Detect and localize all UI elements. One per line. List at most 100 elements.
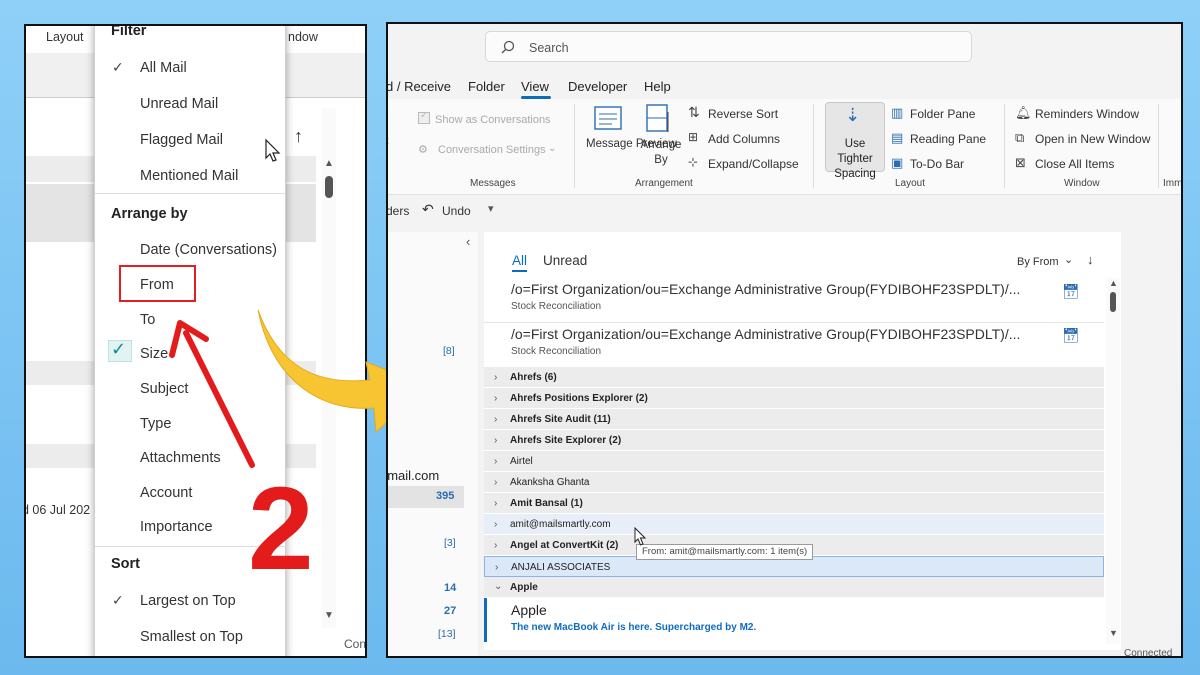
add-columns-icon: ⊞ [688,130,699,144]
group-label: Apple [510,582,538,593]
group-label: Ahrefs (6) [510,372,557,383]
use-tighter-spacing-label: Use Tighter Spacing [834,138,876,180]
group-label: amit@mailsmartly.com [510,519,611,530]
message-from: /o=First Organization/ou=Exchange Admini… [511,326,1021,342]
ribbon-fragment: Imm [1163,178,1183,189]
message-item[interactable]: Apple The new MacBook Air is here. Super… [484,598,1104,642]
arrange-by-from-button[interactable]: By From [1017,256,1059,268]
filter-all-tab[interactable]: All [512,253,527,268]
chevron-right-icon: › [494,435,498,446]
chevron-down-icon: ⌄ [494,581,503,592]
menu-item-flagged-mail[interactable]: Flagged Mail [140,132,223,148]
group-header-row[interactable]: › Airtel [484,451,1104,472]
menu-item-mentioned-mail[interactable]: Mentioned Mail [140,168,238,184]
qat-dropdown-icon[interactable]: ▾ [488,202,494,215]
folder-count: [13] [438,628,456,640]
reverse-sort-button[interactable]: Reverse Sort [708,107,778,121]
add-columns-button[interactable]: Add Columns [708,132,780,146]
todo-bar-button[interactable]: To-Do Bar [910,157,964,171]
close-all-items-button[interactable]: Close All Items [1035,157,1114,171]
divider [1004,104,1005,188]
conversation-settings-icon: ⚙ [418,144,428,156]
folder-pane-button[interactable]: Folder Pane [910,107,975,121]
folder-count: 27 [444,605,457,617]
arrange-header: Arrange by [111,206,188,222]
menu-item-unread-mail[interactable]: Unread Mail [140,96,218,112]
group-header-row[interactable]: › Amit Bansal (1) [484,493,1104,514]
scroll-down-icon[interactable]: ▼ [324,610,334,621]
group-label: Ahrefs Site Audit (11) [510,414,611,425]
checkmark-icon: ✓ [112,592,124,608]
tab-help[interactable]: Help [644,79,671,94]
undo-button[interactable]: Undo [442,204,471,218]
menu-item-all-mail[interactable]: All Mail [140,60,187,76]
expand-collapse-button[interactable]: Expand/Collapse [708,157,799,171]
search-icon [501,40,515,54]
sort-direction-icon[interactable]: ↓ [1087,252,1094,267]
highlight-box [119,265,196,302]
sort-header: Sort [111,556,140,572]
scroll-down-icon[interactable]: ▼ [1109,628,1118,638]
scroll-up-icon[interactable]: ▲ [324,158,334,169]
message-from: Apple [511,602,547,618]
group-header-row[interactable]: › Ahrefs (6) [484,367,1104,388]
status-text: Con [344,637,367,651]
group-header-row[interactable]: › amit@mailsmartly.com [484,514,1104,535]
tab-view[interactable]: View [521,79,549,94]
tab-folder[interactable]: Folder [468,79,505,94]
group-header-row[interactable]: › Ahrefs Positions Explorer (2) [484,388,1104,409]
scrollbar[interactable]: ▲ ▼ [1106,278,1120,644]
mouse-cursor-icon [634,527,647,546]
group-header-row[interactable]: › Akanksha Ghanta [484,472,1104,493]
group-header-row[interactable]: › Ahrefs Site Explorer (2) [484,430,1104,451]
message-from: /o=First Organization/ou=Exchange Admini… [511,281,1021,297]
folder-count: 395 [436,490,455,502]
account-label[interactable]: gmail.com [388,468,439,483]
tab-developer[interactable]: Developer [568,79,627,94]
scroll-thumb[interactable] [1110,292,1116,312]
chevron-down-icon[interactable]: ⌄ [1064,253,1073,266]
reading-pane-button[interactable]: Reading Pane [910,132,986,146]
chevron-down-icon: ⌄ [548,143,557,154]
menu-item-importance[interactable]: Importance [140,519,213,535]
meeting-icon: 📅︎ [1062,327,1080,343]
menu-item-to[interactable]: To [140,312,155,328]
scroll-thumb[interactable] [325,176,333,198]
chevron-right-icon: › [494,393,498,404]
new-window-icon: ⧉ [1015,130,1025,145]
message-item[interactable]: /o=First Organization/ou=Exchange Admini… [484,323,1104,368]
chevron-right-icon: › [494,519,498,530]
tab-send-receive[interactable]: d / Receive [388,79,451,94]
conversation-settings-button[interactable]: Conversation Settings [438,144,546,156]
group-header-row[interactable]: › Ahrefs Site Audit (11) [484,409,1104,430]
tab-window[interactable]: ndow [288,30,318,44]
ribbon-fragment: t [386,136,389,147]
collapse-chevron-icon[interactable]: ‹ [466,234,470,249]
scroll-up-icon[interactable]: ▲ [1109,278,1118,288]
reminders-window-button[interactable]: Reminders Window [1035,107,1139,121]
menu-item-date[interactable]: Date (Conversations) [140,242,277,258]
quick-access-toolbar [388,194,1181,226]
menu-item-smallest-on-top[interactable]: Smallest on Top [140,629,243,645]
search-box[interactable]: Search [485,31,972,62]
open-new-window-button[interactable]: Open in New Window [1035,132,1150,146]
active-filter-indicator [512,270,527,272]
reading-pane-icon: ▤ [891,130,904,145]
sort-up-arrow-icon[interactable]: ↑ [294,126,303,147]
filter-header: Filter [111,24,147,39]
message-item[interactable]: /o=First Organization/ou=Exchange Admini… [484,278,1104,323]
filter-unread-tab[interactable]: Unread [543,253,587,268]
chevron-right-icon: › [494,456,498,467]
menu-item-largest-on-top[interactable]: Largest on Top [140,593,236,609]
undo-icon: ↶ [422,201,434,217]
group-header-row[interactable]: ⌄ Apple [484,577,1104,598]
chevron-right-icon: › [494,414,498,425]
arrangement-group-label: Arrangement [635,178,693,189]
arrange-by-button[interactable]: Arrange By [640,138,682,168]
menu-item-account[interactable]: Account [140,485,192,501]
chevron-right-icon: › [494,498,498,509]
tab-layout[interactable]: Layout [46,30,84,44]
group-label: ANJALI ASSOCIATES [511,562,611,573]
use-tighter-spacing-button[interactable]: ⇣ Use Tighter Spacing [825,102,885,180]
show-conversations-label[interactable]: Show as Conversations [435,114,551,126]
